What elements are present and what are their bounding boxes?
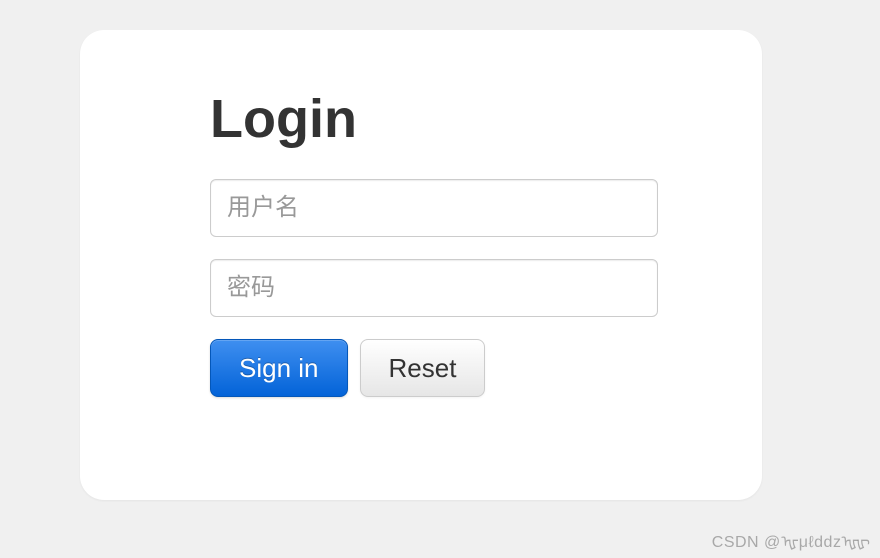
login-card: Login Sign in Reset xyxy=(80,30,762,500)
button-row: Sign in Reset xyxy=(210,339,632,397)
login-title: Login xyxy=(210,90,632,149)
password-field[interactable] xyxy=(210,259,658,317)
watermark-text: CSDN @ᠾμℓddzᠾᠾ xyxy=(712,524,870,552)
signin-button[interactable]: Sign in xyxy=(210,339,348,397)
reset-button[interactable]: Reset xyxy=(360,339,486,397)
username-field[interactable] xyxy=(210,179,658,237)
